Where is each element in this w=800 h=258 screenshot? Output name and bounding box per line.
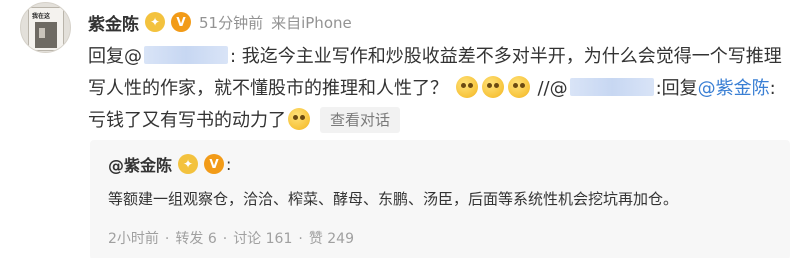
avatar-caption: 我在这: [32, 13, 51, 20]
masked-username[interactable]: [569, 78, 654, 96]
colon-reply: :回复: [655, 78, 698, 99]
post-time[interactable]: 51分钟前: [199, 12, 263, 33]
quoted-header: @紫金陈 ✦ V :: [108, 152, 231, 176]
post-header: 紫金陈 ✦ V 51分钟前 来自iPhone: [88, 8, 352, 36]
repost-count[interactable]: 转发 6: [175, 231, 216, 247]
post-source: 来自iPhone: [271, 13, 352, 32]
masked-username[interactable]: [144, 46, 228, 64]
repost-slashes: //@: [531, 78, 568, 99]
quoted-text: 等额建一组观察仓，洽洽、榨菜、酵母、东鹏、汤臣，后面等系统性机会挖坑再加仓。: [108, 190, 679, 208]
quoted-time[interactable]: 2小时前: [108, 231, 159, 247]
quoted-footer: 2小时前 · 转发 6 · 讨论 161 · 赞 249: [108, 228, 354, 248]
quoted-post[interactable]: @紫金陈 ✦ V : 等额建一组观察仓，洽洽、榨菜、酵母、东鹏、汤臣，后面等系统…: [90, 140, 790, 258]
quoted-author[interactable]: @紫金陈: [108, 152, 172, 176]
author-name[interactable]: 紫金陈: [88, 10, 139, 35]
smiley-emoji-icon: [507, 76, 530, 98]
verified-v-icon[interactable]: V: [171, 12, 191, 32]
reply-prefix: 回复@: [88, 46, 142, 67]
avatar-photo: 我在这: [28, 7, 64, 51]
separator: ·: [222, 231, 228, 247]
avatar-figure-detail: [39, 28, 45, 38]
grin-emoji-icon: [288, 108, 310, 130]
verified-v-icon[interactable]: V: [204, 154, 225, 174]
user-avatar[interactable]: 我在这: [20, 2, 71, 53]
post-content: 回复@: 我迄今主业写作和炒股收益差不多对半开，为什么会觉得一个写推理写人性的作…: [88, 41, 788, 137]
gold-badge-icon[interactable]: ✦: [178, 154, 199, 174]
comment-count[interactable]: 讨论 161: [233, 231, 292, 247]
gold-badge-icon[interactable]: ✦: [145, 12, 165, 32]
separator: ·: [164, 231, 170, 247]
separator: ·: [298, 231, 303, 247]
smiley-emoji-icon: [481, 76, 504, 98]
view-conversation-button[interactable]: 查看对话: [320, 107, 401, 133]
mention-link[interactable]: @紫金陈: [698, 78, 770, 99]
smiley-emoji-icon: [455, 76, 478, 98]
like-count[interactable]: 赞 249: [309, 231, 354, 247]
quoted-colon: :: [226, 154, 232, 174]
